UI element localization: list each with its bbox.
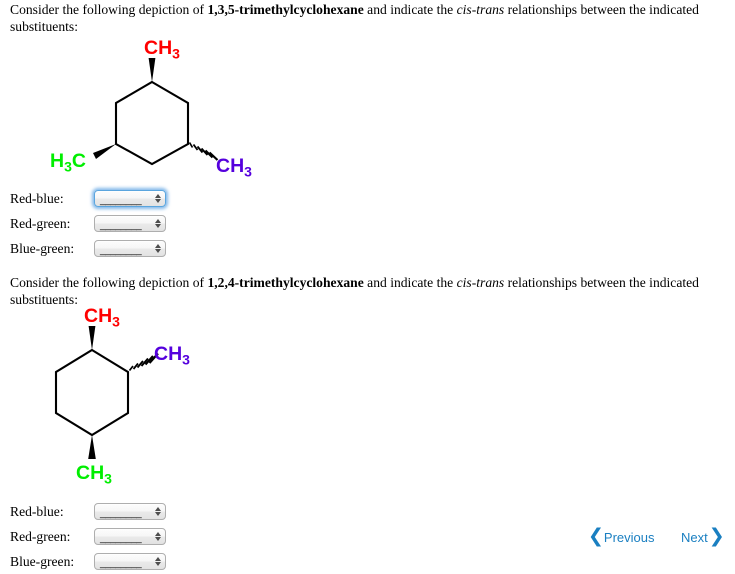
cyclohexane-ring-1 — [114, 80, 190, 166]
select-blue-green-1-value: ________ — [100, 245, 142, 256]
substituent-blue-methyl-1: CH3 — [188, 142, 252, 180]
select-red-blue-1-value: ________ — [100, 195, 142, 206]
question-1-prompt: Consider the following depiction of 1,3,… — [10, 2, 722, 35]
navigation-bar: ❮ Previous Next ❯ — [588, 525, 728, 551]
label-blue-green-2: Blue-green: — [10, 553, 75, 569]
label-red-blue-2: Red-blue: — [10, 503, 64, 519]
chevron-updown-icon — [152, 504, 165, 519]
answer-row-blue-green-2: Blue-green: ________ — [10, 549, 166, 574]
molecule-diagram-1-2-4-trimethylcyclohexane: CH3 CH3 CH3 — [54, 308, 190, 487]
label-blue-green-1: Blue-green: — [10, 240, 75, 256]
wedge-bond-red-2 — [88, 326, 96, 350]
select-red-green-1[interactable]: ________ — [94, 215, 166, 232]
select-red-blue-2-value: ________ — [100, 508, 142, 519]
label-blue-methyl-1: CH3 — [216, 155, 252, 180]
select-red-green-2-value: ________ — [100, 533, 142, 544]
question-1-text-before: Consider the following depiction of — [10, 2, 208, 17]
chevron-right-icon: ❯ — [708, 525, 725, 547]
ring-hexagon-2 — [54, 348, 130, 437]
answer-row-red-blue-2: Red-blue: ________ — [10, 499, 166, 524]
label-blue-methyl-2: CH3 — [154, 343, 190, 368]
answer-row-red-blue-1: Red-blue: ________ — [10, 186, 166, 211]
select-blue-green-2[interactable]: ________ — [94, 553, 166, 570]
answer-row-red-green-1: Red-green: ________ — [10, 211, 166, 236]
question-2-text-middle: and indicate the — [363, 275, 457, 290]
chevron-updown-icon — [152, 216, 165, 231]
question-1-cis-trans-term: cis-trans — [456, 2, 505, 17]
label-red-methyl-2: CH3 — [84, 308, 120, 330]
label-red-blue-1: Red-blue: — [10, 190, 64, 206]
wedge-bond-green-2 — [88, 435, 96, 459]
chevron-updown-icon — [152, 241, 165, 256]
question-2-cis-trans-term: cis-trans — [456, 275, 505, 290]
select-red-blue-2[interactable]: ________ — [94, 503, 166, 520]
label-red-green-2: Red-green: — [10, 528, 71, 544]
cyclohexane-ring-2 — [54, 348, 130, 437]
previous-button[interactable]: ❮ Previous — [588, 526, 655, 548]
select-red-green-1-value: ________ — [100, 220, 142, 231]
hash-2-1 — [128, 365, 134, 372]
chevron-updown-icon — [152, 191, 165, 206]
next-button-label: Next — [681, 529, 708, 545]
label-red-methyl-1: CH3 — [144, 37, 180, 62]
chevron-left-icon: ❮ — [588, 525, 604, 547]
previous-button-label: Previous — [603, 529, 655, 545]
wedge-bond-red-1 — [148, 58, 156, 82]
chevron-updown-icon — [152, 554, 165, 569]
molecule-diagram-1-3-5-trimethylcyclohexane: CH3 H3C CH3 — [50, 37, 252, 180]
select-red-blue-1[interactable]: ________ — [94, 190, 166, 207]
next-button[interactable]: Next ❯ — [681, 526, 725, 548]
answer-group-question-1: Red-blue: ________ Red-green: ________ B… — [10, 186, 166, 261]
substituent-green-methyl-2: CH3 — [76, 435, 112, 487]
select-blue-green-2-value: ________ — [100, 558, 142, 569]
question-2-prompt: Consider the following depiction of 1,2,… — [10, 275, 722, 308]
answer-row-blue-green-1: Blue-green: ________ — [10, 236, 166, 261]
question-2-text-before: Consider the following depiction of — [10, 275, 208, 290]
substituent-red-methyl-1: CH3 — [144, 37, 180, 82]
chevron-updown-icon — [152, 529, 165, 544]
label-green-methyl-1: H3C — [50, 150, 86, 175]
answer-row-red-green-2: Red-green: ________ — [10, 524, 166, 549]
question-1-text-middle: and indicate the — [363, 2, 457, 17]
ring-hexagon-1 — [114, 80, 190, 166]
label-red-green-1: Red-green: — [10, 215, 71, 231]
label-green-methyl-2: CH3 — [76, 462, 112, 487]
substituent-blue-methyl-2: CH3 — [128, 343, 190, 372]
answer-group-question-2: Red-blue: ________ Red-green: ________ B… — [10, 499, 166, 574]
question-1-compound-name: 1,3,5-trimethylcyclohexane — [207, 2, 364, 17]
hash-1-1 — [188, 142, 194, 148]
substituent-green-methyl-1: H3C — [50, 144, 116, 175]
select-red-green-2[interactable]: ________ — [94, 528, 166, 545]
substituent-red-methyl-2: CH3 — [84, 308, 120, 350]
select-blue-green-1[interactable]: ________ — [94, 240, 166, 257]
wedge-bond-green-1 — [93, 144, 116, 159]
question-2-compound-name: 1,2,4-trimethylcyclohexane — [207, 275, 364, 290]
